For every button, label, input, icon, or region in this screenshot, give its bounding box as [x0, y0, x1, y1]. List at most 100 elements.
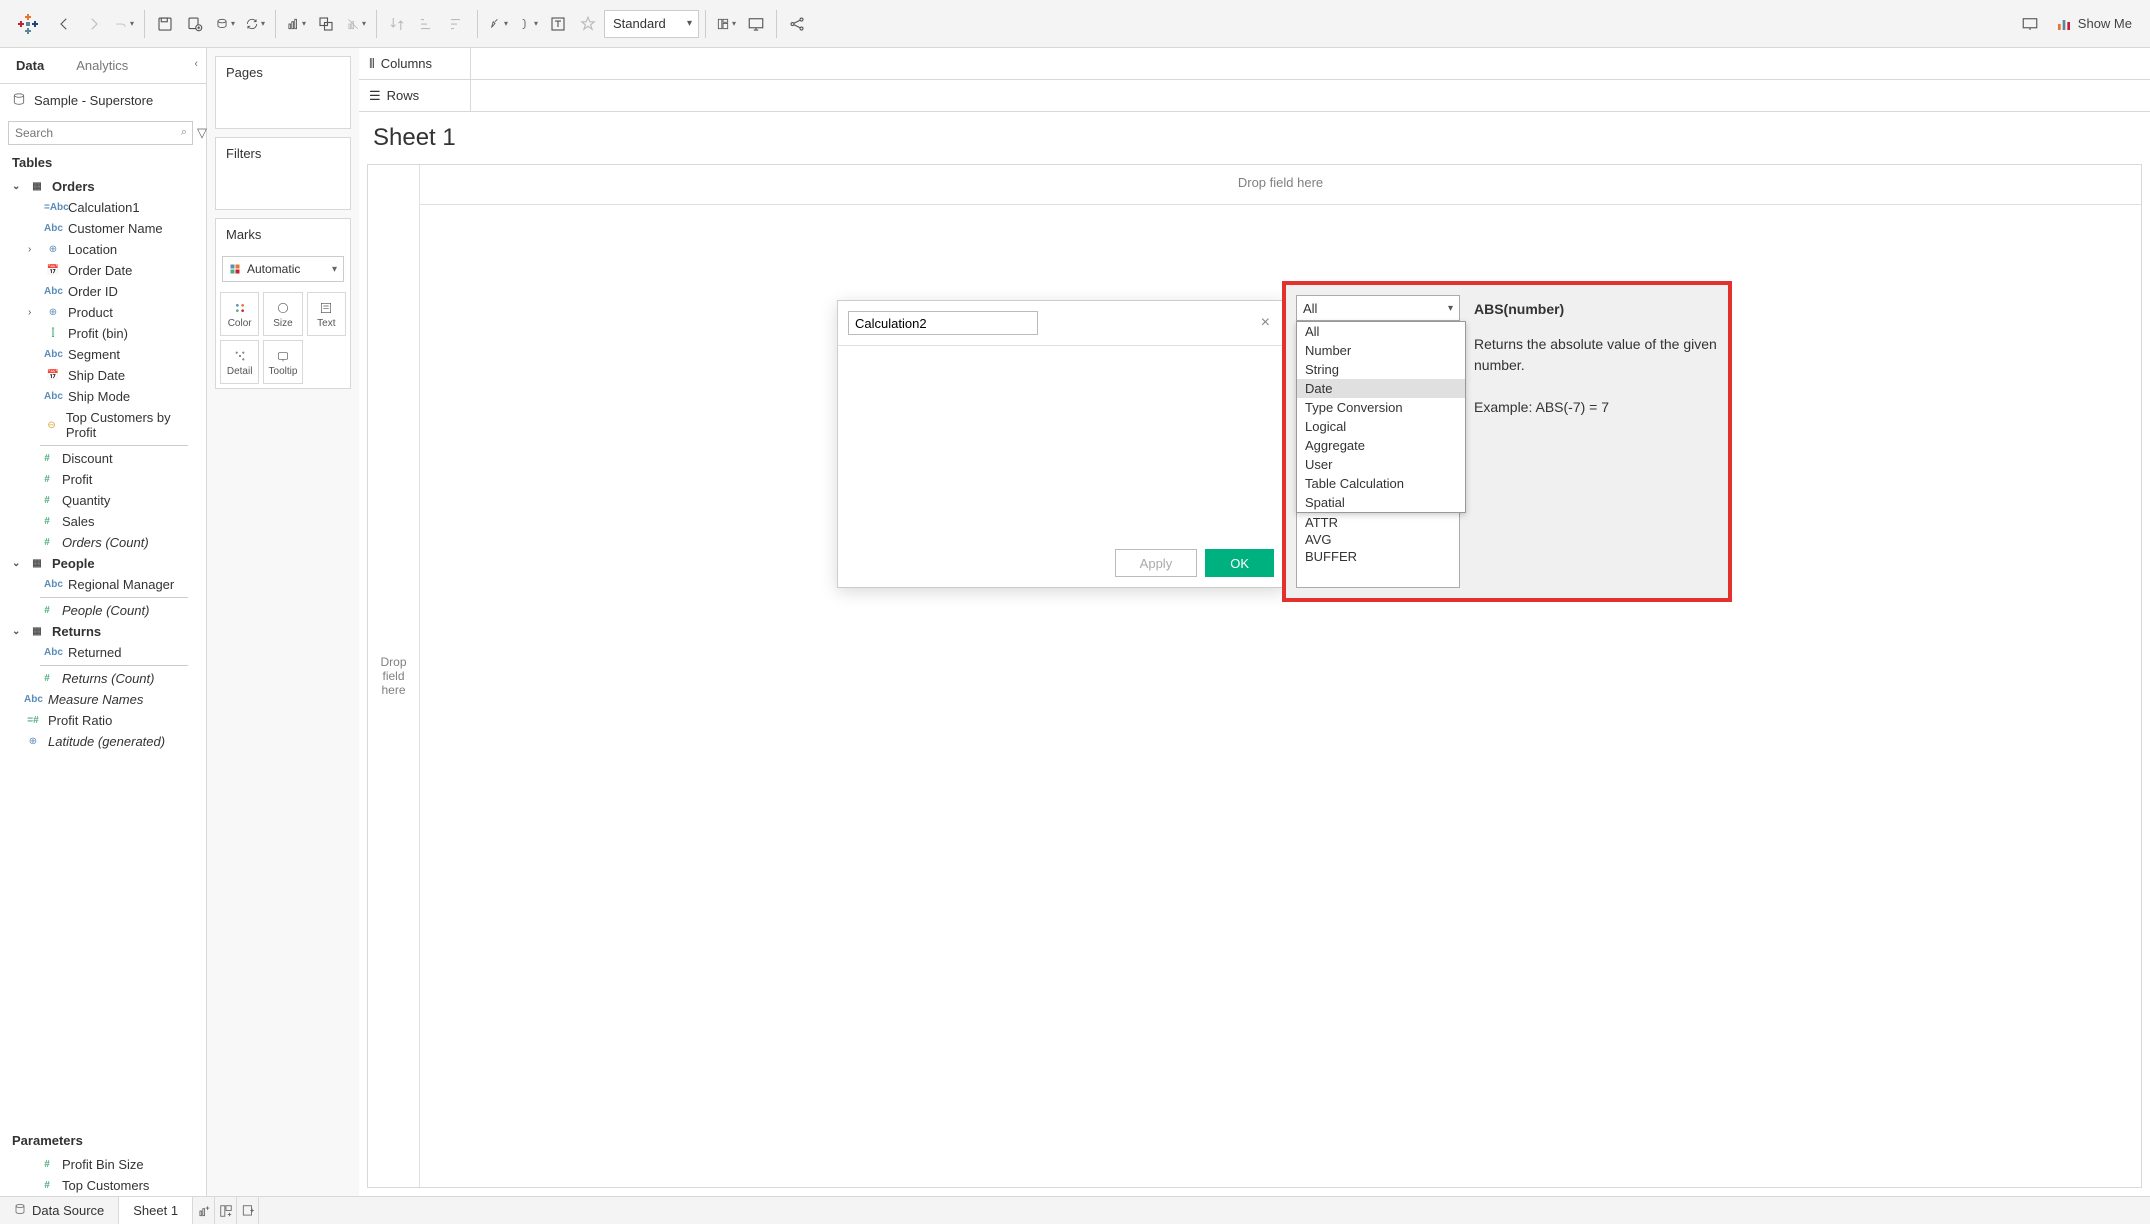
- pages-shelf[interactable]: Pages: [215, 56, 351, 129]
- field-item[interactable]: AbcMeasure Names: [0, 689, 202, 710]
- function-category-dropdown: AllNumberStringDateType ConversionLogica…: [1296, 321, 1466, 513]
- measure-item[interactable]: #People (Count): [0, 600, 202, 621]
- favorite-button[interactable]: [574, 10, 602, 38]
- category-option[interactable]: User: [1297, 455, 1465, 474]
- category-option[interactable]: String: [1297, 360, 1465, 379]
- field-item[interactable]: AbcShip Mode: [0, 386, 202, 407]
- mark-color[interactable]: Color: [220, 292, 259, 336]
- highlight-button[interactable]: ▾: [484, 10, 512, 38]
- mark-size[interactable]: Size: [263, 292, 302, 336]
- ok-button[interactable]: OK: [1205, 549, 1274, 577]
- tab-datasource[interactable]: Data Source: [0, 1197, 119, 1224]
- parameter-item[interactable]: #Top Customers: [0, 1175, 206, 1196]
- new-sheet-icon[interactable]: [193, 1197, 215, 1224]
- function-item[interactable]: BUFFER: [1297, 548, 1459, 565]
- category-option[interactable]: Table Calculation: [1297, 474, 1465, 493]
- sheet-title[interactable]: Sheet 1: [359, 112, 2150, 164]
- duplicate-button[interactable]: [312, 10, 340, 38]
- function-item[interactable]: ATTR: [1297, 514, 1459, 531]
- new-dashboard-icon[interactable]: [215, 1197, 237, 1224]
- measure-item[interactable]: #Sales: [0, 511, 202, 532]
- forward-button[interactable]: [80, 10, 108, 38]
- field-item[interactable]: 📅Ship Date: [0, 365, 202, 386]
- pause-auto-updates-button[interactable]: ▾: [211, 10, 239, 38]
- category-option[interactable]: Date: [1297, 379, 1465, 398]
- field-item[interactable]: =AbcCalculation1: [0, 197, 202, 218]
- category-option[interactable]: All: [1297, 322, 1465, 341]
- sort-desc-button[interactable]: [443, 10, 471, 38]
- close-icon[interactable]: ×: [1257, 314, 1274, 332]
- measure-item[interactable]: #Returns (Count): [0, 668, 202, 689]
- shelves-column: Pages Filters Marks Automatic ColorSizeT…: [207, 48, 359, 1196]
- datasource-item[interactable]: Sample - Superstore: [0, 84, 206, 117]
- calculation-editor[interactable]: [838, 346, 1284, 539]
- undo-dropdown[interactable]: ▾: [110, 10, 138, 38]
- toolbar: ▾ ▾ ▾ ▾ ▾ ▾ ▾ Standard ▾ Show Me: [0, 0, 2150, 48]
- rows-shelf[interactable]: [471, 80, 2150, 111]
- category-option[interactable]: Spatial: [1297, 493, 1465, 512]
- field-item[interactable]: AbcOrder ID: [0, 281, 202, 302]
- back-button[interactable]: [50, 10, 78, 38]
- tab-data[interactable]: Data: [0, 48, 60, 83]
- presentation-button[interactable]: [742, 10, 770, 38]
- category-option[interactable]: Aggregate: [1297, 436, 1465, 455]
- table-header[interactable]: ⌄▦People: [0, 553, 202, 574]
- function-item[interactable]: AVG: [1297, 531, 1459, 548]
- refresh-button[interactable]: ▾: [241, 10, 269, 38]
- field-item[interactable]: ›⊕Location: [0, 239, 202, 260]
- presentation-mode-button[interactable]: [2016, 10, 2044, 38]
- swap-button[interactable]: [383, 10, 411, 38]
- new-story-icon[interactable]: [237, 1197, 259, 1224]
- drop-field-left[interactable]: Drop field here: [368, 165, 420, 1187]
- sort-asc-button[interactable]: [413, 10, 441, 38]
- measure-item[interactable]: #Profit: [0, 469, 202, 490]
- columns-shelf[interactable]: [471, 48, 2150, 79]
- share-button[interactable]: [783, 10, 811, 38]
- search-input[interactable]: [8, 121, 193, 145]
- category-option[interactable]: Type Conversion: [1297, 398, 1465, 417]
- tab-analytics[interactable]: Analytics: [60, 48, 144, 83]
- calculation-name-input[interactable]: [848, 311, 1038, 335]
- field-item[interactable]: AbcRegional Manager: [0, 574, 202, 595]
- group-button[interactable]: ▾: [514, 10, 542, 38]
- field-item[interactable]: =#Profit Ratio: [0, 710, 202, 731]
- filters-shelf[interactable]: Filters: [215, 137, 351, 210]
- apply-button[interactable]: Apply: [1115, 549, 1198, 577]
- filter-icon[interactable]: ▽: [197, 125, 207, 141]
- show-me-button[interactable]: Show Me: [2046, 16, 2142, 32]
- table-header[interactable]: ⌄▦Orders: [0, 176, 202, 197]
- new-worksheet-button[interactable]: ▾: [282, 10, 310, 38]
- drop-field-top[interactable]: Drop field here: [1238, 175, 1323, 190]
- collapse-sidebar-button[interactable]: ‹: [186, 48, 206, 83]
- field-item[interactable]: 📅Order Date: [0, 260, 202, 281]
- measure-item[interactable]: #Orders (Count): [0, 532, 202, 553]
- clear-button[interactable]: ▾: [342, 10, 370, 38]
- measure-item[interactable]: #Quantity: [0, 490, 202, 511]
- save-button[interactable]: [151, 10, 179, 38]
- category-option[interactable]: Number: [1297, 341, 1465, 360]
- function-category-select[interactable]: All: [1296, 295, 1460, 321]
- show-hide-cards-button[interactable]: ▾: [712, 10, 740, 38]
- totals-button[interactable]: [544, 10, 572, 38]
- function-example: Example: ABS(-7) = 7: [1474, 397, 1718, 418]
- mark-text[interactable]: Text: [307, 292, 346, 336]
- mark-tooltip[interactable]: Tooltip: [263, 340, 302, 384]
- tab-sheet1[interactable]: Sheet 1: [119, 1197, 193, 1224]
- field-item[interactable]: ⫿Profit (bin): [0, 323, 202, 344]
- field-item[interactable]: ›⊕Product: [0, 302, 202, 323]
- datasource-icon: [12, 92, 26, 109]
- field-item[interactable]: AbcReturned: [0, 642, 202, 663]
- category-option[interactable]: Logical: [1297, 417, 1465, 436]
- field-item[interactable]: AbcCustomer Name: [0, 218, 202, 239]
- new-datasource-button[interactable]: [181, 10, 209, 38]
- measure-item[interactable]: #Discount: [0, 448, 202, 469]
- columns-icon: ⦀: [369, 56, 375, 72]
- parameter-item[interactable]: #Profit Bin Size: [0, 1154, 206, 1175]
- fit-select[interactable]: Standard: [604, 10, 699, 38]
- field-item[interactable]: ⊖Top Customers by Profit: [0, 407, 202, 443]
- table-header[interactable]: ⌄▦Returns: [0, 621, 202, 642]
- field-item[interactable]: ⊕Latitude (generated): [0, 731, 202, 752]
- mark-detail[interactable]: Detail: [220, 340, 259, 384]
- field-item[interactable]: AbcSegment: [0, 344, 202, 365]
- mark-type-select[interactable]: Automatic: [222, 256, 344, 282]
